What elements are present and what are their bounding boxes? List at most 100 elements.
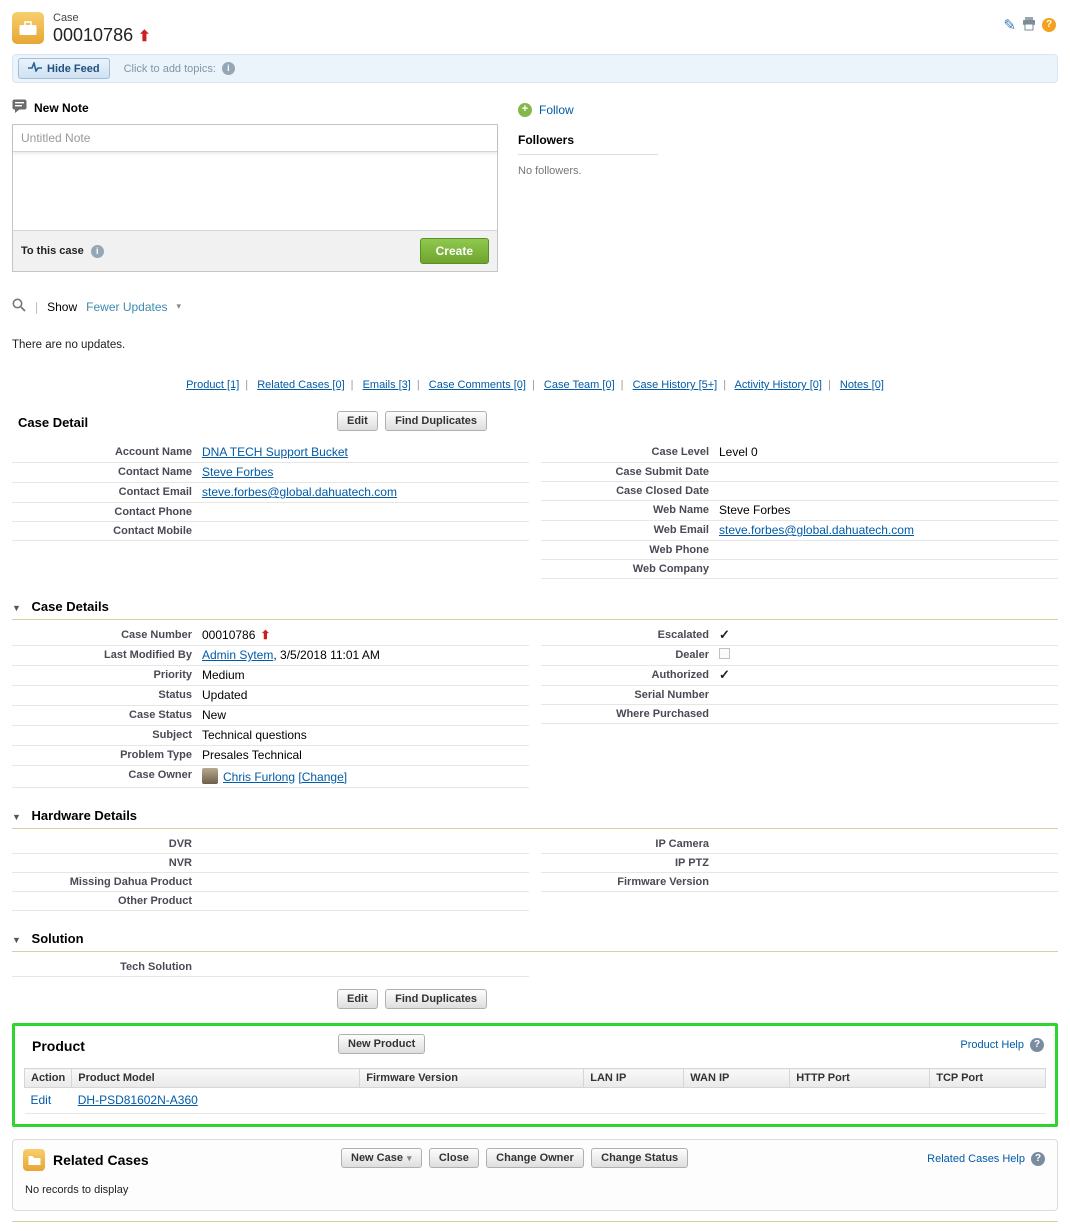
print-icon[interactable] [1021, 16, 1037, 34]
column-firmware-version[interactable]: Firmware Version [360, 1069, 584, 1088]
field-row: Escalated ✓ [541, 626, 1058, 646]
field-row: DVR [12, 835, 529, 854]
change-status-button[interactable]: Change Status [591, 1148, 688, 1168]
info-icon[interactable]: i [222, 62, 235, 75]
related-link-case-history[interactable]: Case History [5+] [633, 379, 718, 391]
follow-link[interactable]: Follow [539, 103, 574, 117]
related-link-activity-history[interactable]: Activity History [0] [735, 379, 822, 391]
field-row: Subject Technical questions [12, 726, 529, 746]
field-row: Case Submit Date [541, 463, 1058, 482]
find-duplicates-button[interactable]: Find Duplicates [385, 989, 487, 1009]
find-duplicates-button[interactable]: Find Duplicates [385, 411, 487, 431]
case-icon [12, 12, 44, 44]
note-icon [12, 99, 27, 116]
field-row: IP Camera [541, 835, 1058, 854]
table-header-row: Action Product Model Firmware Version LA… [25, 1069, 1046, 1088]
note-title-input[interactable] [13, 125, 497, 152]
search-icon[interactable] [12, 298, 26, 315]
new-case-button[interactable]: New Case▾ [341, 1148, 422, 1168]
help-icon[interactable]: ? [1031, 1152, 1045, 1166]
note-title: New Note [34, 101, 89, 115]
product-model-link[interactable]: DH-PSD81602N-A360 [78, 1093, 198, 1107]
account-name-link[interactable]: DNA TECH Support Bucket [202, 445, 348, 459]
close-case-button[interactable]: Close [429, 1148, 479, 1168]
column-wan-ip[interactable]: WAN IP [684, 1069, 790, 1088]
case-detail-fields: Account Name DNA TECH Support Bucket Con… [12, 443, 1058, 579]
help-icon[interactable]: ? [1042, 18, 1056, 32]
contact-email-link[interactable]: steve.forbes@global.dahuatech.com [202, 485, 397, 499]
related-link-related-cases[interactable]: Related Cases [0] [257, 379, 344, 391]
product-edit-link[interactable]: Edit [31, 1093, 52, 1107]
related-link-emails[interactable]: Emails [3] [363, 379, 411, 391]
case-owner-link[interactable]: Chris Furlong [223, 770, 295, 784]
field-row: Web Phone [541, 541, 1058, 560]
field-row: Other Product [12, 892, 529, 911]
field-row: Contact Email steve.forbes@global.dahuat… [12, 483, 529, 503]
field-row: Case Number 00010786⬆ [12, 626, 529, 646]
add-topics-link[interactable]: Click to add topics: i [124, 62, 235, 75]
hide-feed-button[interactable]: Hide Feed [18, 58, 110, 79]
related-link-case-comments[interactable]: Case Comments [0] [429, 379, 526, 391]
to-case-label: To this case [21, 245, 84, 257]
field-row: Contact Name Steve Forbes [12, 463, 529, 483]
follow-panel: + Follow Followers No followers. [518, 95, 658, 272]
help-icon[interactable]: ? [1030, 1038, 1044, 1052]
related-cases-help-link[interactable]: Related Cases Help [927, 1153, 1025, 1165]
case-page: ✎ ? Case 00010786⬆ Hide Feed Click to ad… [0, 0, 1070, 1231]
field-row: Contact Phone [12, 503, 529, 522]
new-product-button[interactable]: New Product [338, 1034, 425, 1054]
collapse-triangle-icon[interactable]: ▼ [12, 812, 21, 822]
info-icon[interactable]: i [91, 245, 104, 258]
column-lan-ip[interactable]: LAN IP [584, 1069, 684, 1088]
create-note-button[interactable]: Create [420, 238, 489, 264]
last-modified-by-link[interactable]: Admin Sytem [202, 648, 273, 662]
product-table: Action Product Model Firmware Version LA… [24, 1068, 1046, 1114]
solution-buttons: Edit Find Duplicates [12, 989, 1058, 1009]
field-row: Tech Solution [12, 958, 529, 977]
related-link-product[interactable]: Product [1] [186, 379, 239, 391]
table-row: Edit DH-PSD81602N-A360 [25, 1088, 1046, 1114]
edit-page-icon[interactable]: ✎ [1003, 16, 1016, 34]
column-product-model[interactable]: Product Model [72, 1069, 360, 1088]
related-link-notes[interactable]: Notes [0] [840, 379, 884, 391]
empty-list-text: No records to display [23, 1174, 1047, 1208]
field-row: Where Purchased [541, 705, 1058, 724]
collapse-triangle-icon[interactable]: ▼ [12, 935, 21, 945]
web-email-link[interactable]: steve.forbes@global.dahuatech.com [719, 523, 914, 537]
section-case-details: ▼ Case Details [12, 595, 1058, 620]
no-followers-text: No followers. [518, 165, 658, 177]
edit-button[interactable]: Edit [337, 411, 378, 431]
field-row: Case Closed Date [541, 482, 1058, 501]
column-http-port[interactable]: HTTP Port [790, 1069, 930, 1088]
feed-filter-link[interactable]: Fewer Updates [86, 300, 167, 314]
contact-name-link[interactable]: Steve Forbes [202, 465, 273, 479]
column-action[interactable]: Action [25, 1069, 72, 1088]
field-row: Authorized ✓ [541, 666, 1058, 686]
divider: | [35, 300, 38, 314]
followers-heading: Followers [518, 133, 658, 155]
edit-button[interactable]: Edit [337, 989, 378, 1009]
field-row: Case Status New [12, 706, 529, 726]
field-row: Firmware Version [541, 873, 1058, 892]
change-owner-link[interactable]: [Change] [298, 770, 347, 784]
related-cases-title: Related Cases [53, 1152, 149, 1168]
related-link-case-team[interactable]: Case Team [0] [544, 379, 615, 391]
related-list-links: Product [1]| Related Cases [0]| Emails [… [12, 379, 1058, 391]
product-help-link[interactable]: Product Help [960, 1039, 1024, 1051]
note-body-input[interactable] [13, 152, 497, 230]
page-title: 00010786⬆ [53, 25, 151, 46]
follow-plus-icon: + [518, 103, 532, 117]
feed-area: New Note To this case i Create + Follow … [12, 95, 1058, 272]
avatar [202, 768, 218, 784]
change-owner-button[interactable]: Change Owner [486, 1148, 584, 1168]
escalated-icon: ⬆ [138, 28, 151, 45]
field-row: Dealer [541, 646, 1058, 666]
solution-fields: Tech Solution [12, 958, 1058, 977]
related-cases-list: Related Cases New Case▾ Close Change Own… [12, 1139, 1058, 1211]
column-tcp-port[interactable]: TCP Port [930, 1069, 1046, 1088]
case-detail-header: Case Detail Edit Find Duplicates [12, 409, 1058, 437]
feed-controls: | Show Fewer Updates ▾ [12, 298, 1058, 315]
caret-down-icon[interactable]: ▾ [177, 301, 182, 312]
collapse-triangle-icon[interactable]: ▼ [12, 603, 21, 613]
case-details-fields: Case Number 00010786⬆ Last Modified By A… [12, 626, 1058, 788]
